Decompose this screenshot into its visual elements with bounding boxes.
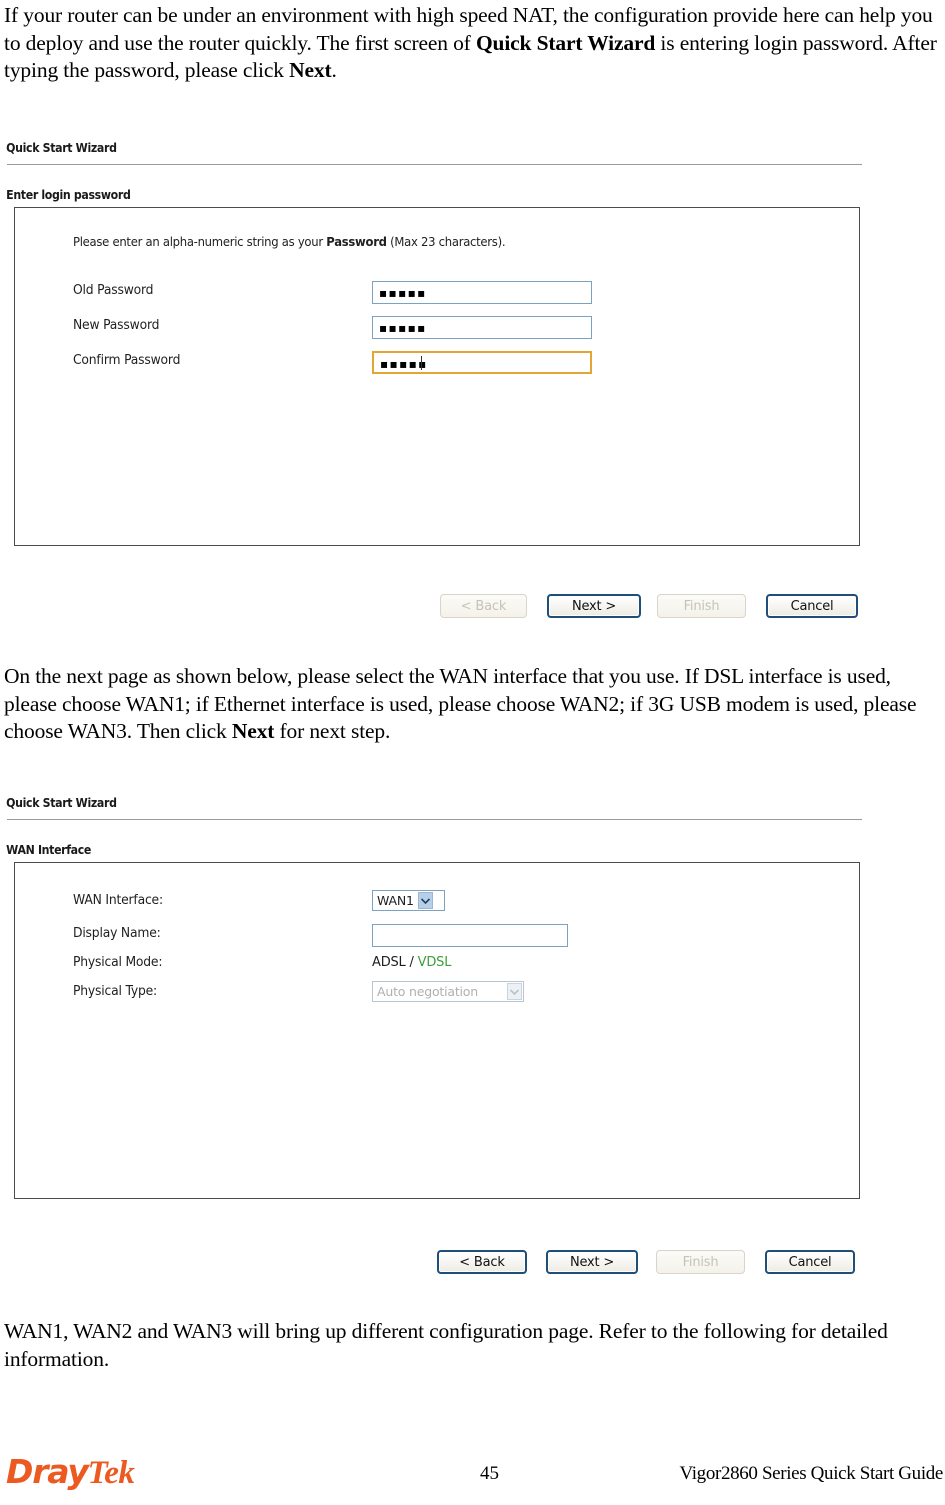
page-number: 45 bbox=[480, 1463, 499, 1484]
draytek-logo-dray: Dray bbox=[6, 1452, 89, 1491]
intro-paragraph-1-text-end: . bbox=[331, 58, 337, 82]
label-display-name: Display Name: bbox=[73, 926, 161, 941]
select-physical-type-value: Auto negotiation bbox=[377, 984, 478, 999]
finish-button-wan[interactable]: Finish bbox=[656, 1250, 745, 1274]
chevron-down-icon[interactable] bbox=[417, 892, 433, 909]
label-physical-type: Physical Type: bbox=[73, 984, 158, 999]
wan-panel: WAN Interface: WAN1 Display Name: Physic… bbox=[14, 862, 860, 1199]
figure-quick-start-wizard-wan: Quick Start Wizard WAN Interface WAN Int… bbox=[0, 795, 870, 1274]
value-physical-mode: ADSL / VDSL bbox=[372, 955, 451, 970]
form-row-confirm-password: Confirm Password ▪▪▪▪▪ bbox=[15, 351, 859, 375]
intro-paragraph-2: On the next page as shown below, please … bbox=[4, 663, 942, 746]
figure-quick-start-wizard-password: Quick Start Wizard Enter login password … bbox=[0, 140, 870, 618]
password-panel: Please enter an alpha-numeric string as … bbox=[14, 207, 860, 546]
password-wizard-button-row: < Back Next > Finish Cancel bbox=[0, 594, 870, 620]
intro-paragraph-2-text-end: for next step. bbox=[274, 719, 391, 743]
password-note-suffix: (Max 23 characters). bbox=[386, 234, 506, 249]
intro-paragraph-2-bold-next: Next bbox=[231, 719, 275, 743]
intro-paragraph-2-text: On the next page as shown below, please … bbox=[4, 664, 917, 743]
figure-section-label-wan-interface: WAN Interface bbox=[6, 842, 92, 857]
intro-paragraph-1: If your router can be under an environme… bbox=[4, 2, 942, 85]
form-row-physical-mode: Physical Mode: ADSL / VDSL bbox=[15, 955, 859, 977]
outro-paragraph-text: WAN1, WAN2 and WAN3 will bring up differ… bbox=[4, 1319, 888, 1371]
cancel-button-wan[interactable]: Cancel bbox=[765, 1250, 855, 1274]
select-wan-interface-value: WAN1 bbox=[377, 893, 414, 908]
back-button-wan[interactable]: < Back bbox=[437, 1250, 527, 1274]
label-wan-interface: WAN Interface: bbox=[73, 893, 163, 908]
label-new-password: New Password bbox=[73, 318, 160, 333]
finish-button[interactable]: Finish bbox=[657, 594, 746, 618]
physical-mode-adsl: ADSL / bbox=[372, 955, 418, 970]
form-row-wan-interface: WAN Interface: WAN1 bbox=[15, 890, 859, 915]
finish-button-wan-label: Finish bbox=[682, 1254, 719, 1270]
form-row-display-name: Display Name: bbox=[15, 924, 859, 948]
figure-title-quick-start-wizard: Quick Start Wizard bbox=[6, 140, 117, 155]
finish-button-label: Finish bbox=[683, 598, 720, 614]
draytek-logo: DrayTek bbox=[6, 1452, 135, 1491]
cancel-button[interactable]: Cancel bbox=[766, 594, 858, 618]
next-button[interactable]: Next > bbox=[547, 594, 641, 618]
figure-header-divider bbox=[7, 164, 862, 165]
intro-paragraph-1-bold-next: Next bbox=[289, 58, 332, 82]
input-new-password-value: ▪▪▪▪▪ bbox=[379, 321, 427, 335]
select-physical-type[interactable]: Auto negotiation bbox=[372, 981, 524, 1002]
back-button[interactable]: < Back bbox=[440, 594, 527, 618]
input-old-password[interactable]: ▪▪▪▪▪ bbox=[372, 281, 592, 304]
form-row-physical-type: Physical Type: Auto negotiation bbox=[15, 981, 859, 1006]
label-confirm-password: Confirm Password bbox=[73, 353, 181, 368]
chevron-down-icon-disabled bbox=[507, 983, 522, 1000]
password-note-bold-password: Password bbox=[326, 234, 387, 249]
text-cursor bbox=[421, 356, 422, 370]
back-button-wan-label: < Back bbox=[459, 1254, 505, 1270]
next-button-label: Next > bbox=[571, 598, 617, 614]
intro-paragraph-1-bold-quick-start-wizard: Quick Start Wizard bbox=[475, 30, 656, 55]
label-old-password: Old Password bbox=[73, 283, 154, 298]
draytek-logo-tek: Tek bbox=[87, 1455, 135, 1491]
input-display-name[interactable] bbox=[372, 924, 568, 947]
outro-paragraph: WAN1, WAN2 and WAN3 will bring up differ… bbox=[4, 1318, 942, 1373]
figure-section-label-enter-login-password: Enter login password bbox=[6, 187, 131, 202]
label-physical-mode: Physical Mode: bbox=[73, 955, 163, 970]
next-button-wan[interactable]: Next > bbox=[546, 1250, 638, 1274]
cancel-button-label: Cancel bbox=[790, 598, 834, 614]
wan-wizard-button-row: < Back Next > Finish Cancel bbox=[0, 1250, 870, 1276]
password-note-prefix: Please enter an alpha-numeric string as … bbox=[73, 234, 327, 249]
select-wan-interface[interactable]: WAN1 bbox=[372, 890, 445, 911]
password-instruction-note: Please enter an alpha-numeric string as … bbox=[73, 234, 506, 249]
back-button-label: < Back bbox=[460, 598, 507, 614]
input-old-password-value: ▪▪▪▪▪ bbox=[379, 286, 427, 300]
physical-mode-vdsl: VDSL bbox=[417, 955, 452, 970]
figure-title-quick-start-wizard-wan: Quick Start Wizard bbox=[6, 795, 117, 810]
form-row-old-password: Old Password ▪▪▪▪▪ bbox=[15, 281, 859, 305]
figure-header-divider-wan bbox=[7, 819, 862, 820]
input-confirm-password[interactable]: ▪▪▪▪▪ bbox=[372, 351, 592, 374]
input-new-password[interactable]: ▪▪▪▪▪ bbox=[372, 316, 592, 339]
form-row-new-password: New Password ▪▪▪▪▪ bbox=[15, 316, 859, 340]
next-button-wan-label: Next > bbox=[569, 1254, 615, 1270]
guide-title: Vigor2860 Series Quick Start Guide bbox=[679, 1463, 944, 1484]
cancel-button-wan-label: Cancel bbox=[788, 1254, 832, 1270]
